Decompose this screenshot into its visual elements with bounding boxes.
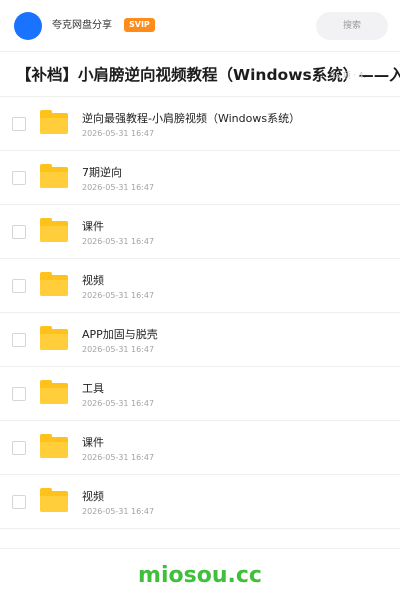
file-date: 2026-05-31 16:47 [82,237,155,246]
folder-icon [40,380,68,404]
folder-icon [40,434,68,458]
search-button[interactable]: 搜索 [316,12,388,40]
folder-icon [40,218,68,242]
file-row[interactable]: APP加固与脱壳 2026-05-31 16:47 [0,313,400,367]
file-date: 2026-05-31 16:47 [82,507,155,516]
site-watermark: miosou.cc [138,563,262,588]
file-name: 视频 [82,490,104,503]
folder-icon [40,164,68,188]
top-bar: 夸克网盘分享 SVIP 搜索 [0,0,400,52]
file-date: 2026-05-31 16:47 [82,291,155,300]
file-row[interactable]: 视频 2026-05-31 16:47 [0,475,400,529]
file-row[interactable]: 课件 2026-05-31 16:47 [0,421,400,475]
row-checkbox[interactable] [12,495,26,509]
file-name: 逆向最强教程-小肩膀视频（Windows系统） [82,112,301,125]
footer: miosou.cc [0,548,400,600]
row-checkbox[interactable] [12,171,26,185]
file-name: 课件 [82,436,104,449]
svip-badge: SVIP [124,18,155,32]
row-checkbox[interactable] [12,279,26,293]
sharer-name: 夸克网盘分享 [52,20,112,31]
row-checkbox[interactable] [12,387,26,401]
folder-icon [40,326,68,350]
file-row[interactable]: 工具 2026-05-31 16:47 [0,367,400,421]
file-name: 工具 [82,382,104,395]
file-row[interactable]: 视频 2026-05-31 16:47 [0,259,400,313]
file-date: 2026-05-31 16:47 [82,399,155,408]
folder-icon [40,110,68,134]
avatar[interactable] [14,12,42,40]
share-title-bar: 【补档】小肩膀逆向视频教程（Windows系统）——入门前 95 项 · 4. [0,52,400,97]
row-checkbox[interactable] [12,441,26,455]
file-date: 2026-05-31 16:47 [82,345,155,354]
file-row[interactable]: 课件 2026-05-31 16:47 [0,205,400,259]
file-date: 2026-05-31 16:47 [82,129,155,138]
folder-icon [40,488,68,512]
file-name: APP加固与脱壳 [82,328,158,341]
share-meta: 95 项 · 4. [330,71,366,80]
row-checkbox[interactable] [12,333,26,347]
file-date: 2026-05-31 16:47 [82,183,155,192]
file-row[interactable]: 逆向最强教程-小肩膀视频（Windows系统） 2026-05-31 16:47 [0,97,400,151]
file-name: 视频 [82,274,104,287]
folder-icon [40,272,68,296]
file-row[interactable]: 7期逆向 2026-05-31 16:47 [0,151,400,205]
row-checkbox[interactable] [12,225,26,239]
file-name: 7期逆向 [82,166,122,179]
file-date: 2026-05-31 16:47 [82,453,155,462]
row-checkbox[interactable] [12,117,26,131]
file-list: 逆向最强教程-小肩膀视频（Windows系统） 2026-05-31 16:47… [0,97,400,529]
file-name: 课件 [82,220,104,233]
